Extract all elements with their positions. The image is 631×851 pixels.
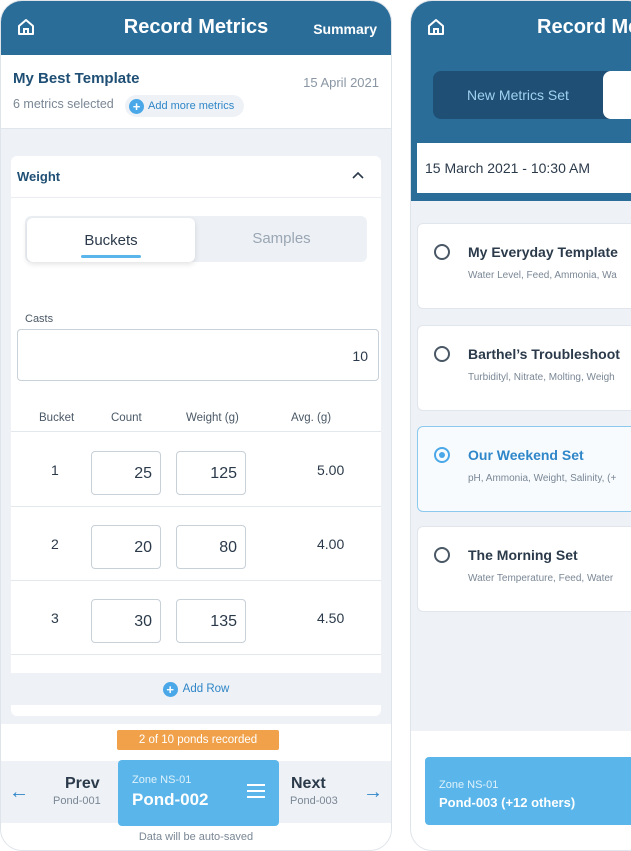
arrow-right-icon[interactable]: → (363, 781, 383, 804)
set-mode-toggle: New Metrics Set (433, 71, 631, 119)
set-metrics: Water Temperature, Feed, Water (468, 573, 614, 584)
arrow-left-icon[interactable]: ← (9, 781, 29, 804)
metric-set-option[interactable]: My Everyday Template Water Level, Feed, … (417, 223, 631, 309)
new-metrics-set-tab[interactable]: New Metrics Set (433, 71, 603, 119)
set-metrics: Water Level, Feed, Ammonia, Wa (468, 270, 617, 281)
radio-button-selected[interactable] (434, 447, 450, 463)
weight-input[interactable]: 80 (176, 525, 246, 569)
weight-card-header[interactable]: Weight (11, 156, 381, 198)
radio-button[interactable] (434, 346, 450, 362)
col-bucket: Bucket (39, 412, 75, 424)
set-name: My Everyday Template (468, 244, 618, 260)
count-input[interactable]: 20 (91, 525, 161, 569)
metric-set-option[interactable]: The Morning Set Water Temperature, Feed,… (417, 526, 631, 612)
add-row-label: Add Row (182, 683, 230, 695)
current-pond-card[interactable]: Zone NS-01 Pond-002 (118, 760, 279, 826)
menu-icon[interactable] (247, 784, 265, 798)
weight-card: Weight Samples Buckets Casts 10 Bucket C… (11, 156, 381, 716)
set-metrics: pH, Ammonia, Weight, Salinity, (+ (468, 473, 617, 484)
pond-navigation: 2 of 10 ponds recorded ← Prev Pond-001 Z… (1, 724, 391, 850)
metric-set-option-selected[interactable]: Our Weekend Set pH, Ammonia, Weight, Sal… (417, 426, 631, 512)
table-row: 3 30 135 4.50 (11, 581, 381, 655)
metric-set-option[interactable]: Barthel’s Troubleshoot Turbidityl, Nitra… (417, 325, 631, 411)
chevron-up-icon[interactable] (351, 170, 365, 180)
home-icon[interactable] (427, 18, 445, 36)
casts-input[interactable]: 10 (17, 329, 379, 381)
top-bar: Record Metrics Summary (1, 1, 391, 55)
avg-value: 5.00 (317, 462, 345, 478)
prev-button[interactable]: Prev (65, 775, 100, 793)
template-date[interactable]: 15 April 2021 (303, 75, 379, 90)
casts-label: Casts (25, 313, 54, 325)
table-header: Bucket Count Weight (g) Avg. (g) (11, 406, 381, 432)
avg-value: 4.50 (317, 610, 345, 626)
autosave-note: Data will be auto-saved (138, 831, 254, 843)
tab-buckets[interactable]: Buckets (27, 218, 195, 262)
bucket-number: 1 (51, 462, 59, 478)
zone-label: Zone NS-01 (132, 774, 192, 786)
radio-button[interactable] (434, 547, 450, 563)
avg-value: 4.00 (317, 536, 345, 552)
next-button[interactable]: Next (291, 775, 326, 793)
zone-label: Zone NS-01 (439, 779, 499, 791)
weight-input[interactable]: 125 (176, 451, 246, 495)
set-name: Our Weekend Set (468, 447, 584, 463)
date-time-field[interactable]: 15 March 2021 - 10:30 AM (417, 143, 631, 193)
tab-samples[interactable]: Samples (196, 216, 367, 262)
summary-button[interactable]: Summary (313, 21, 377, 37)
add-metrics-button[interactable]: + Add more metrics (125, 95, 245, 117)
count-input[interactable]: 25 (91, 451, 161, 495)
set-name: Barthel’s Troubleshoot (468, 346, 620, 362)
bucket-number: 3 (51, 610, 59, 626)
template-name[interactable]: My Best Template (13, 70, 139, 87)
set-metrics: Turbidityl, Nitrate, Molting, Weigh (468, 372, 615, 383)
weight-input[interactable]: 135 (176, 599, 246, 643)
plus-icon: + (129, 98, 144, 114)
page-title: Record Me (537, 16, 631, 38)
saved-sets-tab[interactable] (603, 71, 631, 119)
selected-ponds: Pond-003 (+12 others) (439, 795, 576, 810)
set-name: The Morning Set (468, 547, 578, 563)
bucket-number: 2 (51, 536, 59, 552)
pond-nav-bar: ← Prev Pond-001 Zone NS-01 Pond-002 Next… (1, 760, 391, 826)
weight-title: Weight (17, 169, 61, 184)
table-row: 1 25 125 5.00 (11, 433, 381, 507)
current-pond: Pond-002 (132, 790, 209, 809)
radio-button[interactable] (434, 244, 450, 260)
count-input[interactable]: 30 (91, 599, 161, 643)
add-metrics-label: Add more metrics (148, 100, 235, 112)
bucket-sample-toggle: Samples Buckets (25, 216, 367, 262)
right-footer: Zone NS-01 Pond-003 (+12 others) (411, 731, 631, 850)
plus-icon: + (162, 681, 178, 697)
next-pond[interactable]: Pond-003 (290, 795, 338, 807)
selected-ponds-card[interactable]: Zone NS-01 Pond-003 (+12 others) (425, 757, 631, 825)
col-weight: Weight (g) (186, 412, 239, 424)
col-avg: Avg. (g) (291, 412, 332, 424)
prev-pond[interactable]: Pond-001 (53, 795, 101, 807)
template-info: My Best Template 15 April 2021 6 metrics… (1, 55, 391, 129)
recorded-badge: 2 of 10 ponds recorded (117, 730, 279, 750)
right-header: Record Me New Metrics Set 15 March 2021 … (411, 1, 631, 201)
add-row-button[interactable]: + Add Row (11, 673, 381, 705)
right-screen: Record Me New Metrics Set 15 March 2021 … (410, 0, 631, 851)
col-count: Count (111, 412, 142, 424)
metrics-count: 6 metrics selected (13, 97, 114, 111)
left-screen: Record Metrics Summary My Best Template … (0, 0, 392, 851)
table-row: 2 20 80 4.00 (11, 507, 381, 581)
